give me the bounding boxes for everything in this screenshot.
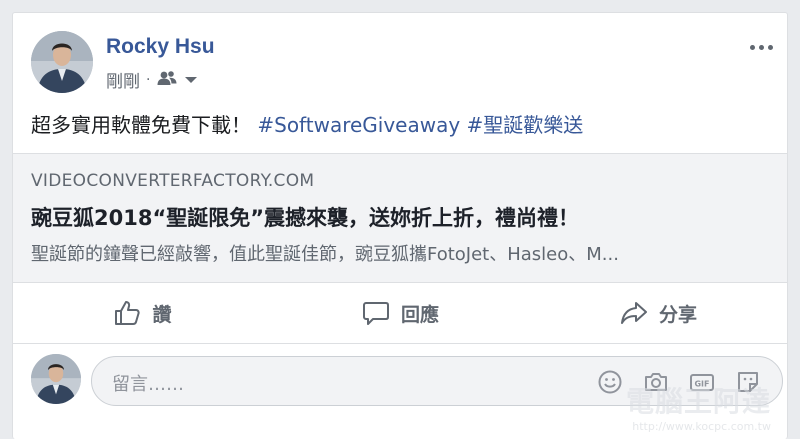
thumbs-up-icon [115, 301, 141, 325]
audience-friends-icon[interactable] [156, 69, 178, 91]
post-meta: 剛剛 · [106, 67, 198, 92]
post-time[interactable]: 剛剛 [106, 67, 140, 92]
more-options-icon[interactable] [741, 37, 781, 57]
hashtag-link[interactable]: #SoftwareGiveaway [257, 113, 460, 137]
author-avatar[interactable] [31, 31, 93, 93]
like-label: 讚 [152, 303, 172, 326]
watermark-logo: 電腦王阿達 http://www.kocpc.com.tw [626, 380, 771, 433]
meta-separator: · [146, 71, 151, 88]
comment-button[interactable]: 回應 [271, 283, 529, 343]
comment-placeholder: 留言…… [112, 374, 184, 395]
watermark-url: http://www.kocpc.com.tw [632, 420, 771, 433]
like-button[interactable]: 讚 [13, 283, 271, 343]
post-text: 超多實用軟體免費下載！ #SoftwareGiveaway #聖誕歡樂送 [31, 109, 583, 138]
comment-bubble-icon [362, 302, 389, 325]
link-title[interactable]: 豌豆狐2018“聖誕限免”震撼來襲，送妳折上折，禮尚禮！ [31, 202, 579, 232]
share-arrow-icon [620, 302, 647, 324]
action-bar: 讚 回應 分享 [13, 283, 787, 344]
share-label: 分享 [658, 303, 697, 326]
author-name[interactable]: Rocky Hsu [106, 35, 215, 59]
link-description: 聖誕節的鐘聲已經敲響，值此聖誕佳節，豌豆狐攜FotoJet、Hasleo、M..… [31, 244, 619, 265]
share-button[interactable]: 分享 [529, 283, 787, 343]
link-domain: VIDEOCONVERTERFACTORY.COM [31, 171, 315, 191]
commenter-avatar[interactable] [31, 354, 81, 404]
comment-label: 回應 [400, 303, 439, 326]
emoji-icon[interactable] [596, 368, 624, 396]
link-preview[interactable]: VIDEOCONVERTERFACTORY.COM 豌豆狐2018“聖誕限免”震… [13, 153, 787, 283]
post-card: Rocky Hsu 剛剛 · 超多實用軟體免費下載！ #SoftwareGive… [12, 12, 788, 439]
chevron-down-icon[interactable] [184, 70, 198, 89]
watermark-title: 電腦王阿達 [625, 385, 771, 418]
post-message: 超多實用軟體免費下載！ [31, 113, 251, 137]
hashtag-link[interactable]: #聖誕歡樂送 [467, 113, 584, 137]
